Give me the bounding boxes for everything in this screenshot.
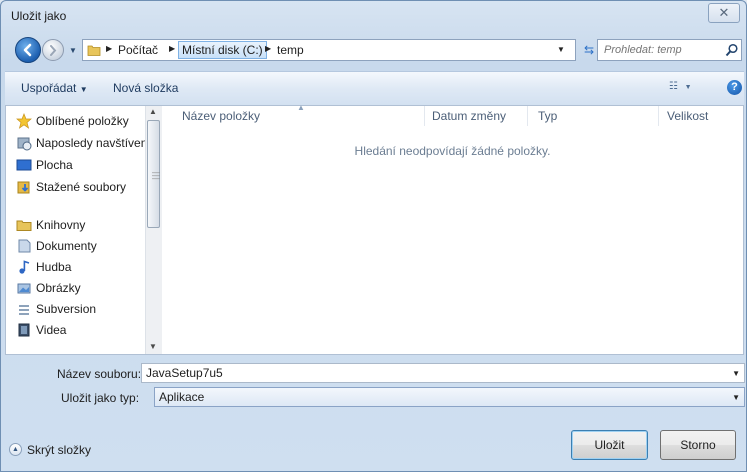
nav-item-label: Subversion (36, 302, 97, 316)
new-folder-button[interactable]: Nová složka (113, 81, 178, 95)
filename-field[interactable]: ▼ (141, 363, 745, 383)
column-header-type[interactable]: Typ (538, 109, 557, 123)
nav-item-subversion[interactable]: Subversion (16, 300, 148, 318)
filename-input[interactable] (142, 364, 722, 382)
breadcrumb-computer[interactable]: Počítač (118, 43, 158, 57)
recent-locations-dropdown[interactable]: ▼ (69, 46, 77, 55)
filetype-label: Uložit jako typ: (61, 391, 140, 405)
save-form: Název souboru: ▼ Uložit jako typ: Aplika… (1, 357, 746, 417)
nav-item-pictures[interactable]: Obrázky (16, 279, 148, 297)
downloads-icon (17, 181, 30, 194)
nav-item-label: Knihovny (36, 218, 86, 232)
filename-label: Název souboru: (57, 367, 142, 381)
documents-icon (18, 239, 31, 253)
column-divider[interactable] (527, 106, 528, 126)
collapse-up-icon: ▲ (9, 443, 22, 456)
chevron-right-icon[interactable]: ▶ (169, 44, 175, 53)
folder-icon (87, 45, 101, 56)
sort-ascending-icon: ▲ (297, 103, 305, 112)
column-header-size[interactable]: Velikost (667, 109, 708, 123)
refresh-button[interactable]: ⇆ (580, 39, 598, 61)
window-title: Uložit jako (11, 9, 67, 23)
chevron-down-icon: ▼ (79, 85, 88, 94)
address-row: ▼ ▶ Počítač ▶ Místní disk (C:) ▶ temp ▼ … (1, 34, 746, 68)
command-bar: Uspořádat ▼ Nová složka ☷ ▼ ? (5, 71, 744, 106)
nav-item-label: Hudba (36, 260, 72, 274)
file-list: ▲ Název položky Datum změny Typ Velikost… (162, 103, 743, 354)
browser-content: Oblíbené položky Naposledy navštívené Pl… (5, 103, 744, 355)
column-divider[interactable] (424, 106, 425, 126)
empty-results-message: Hledání neodpovídají žádné položky. (354, 144, 551, 158)
title-bar[interactable]: Uložit jako ✕ (1, 1, 746, 31)
nav-item-libraries[interactable]: Knihovny (16, 216, 148, 234)
pictures-icon (17, 283, 31, 294)
scroll-up-icon[interactable]: ▲ (149, 107, 157, 116)
videos-icon (18, 323, 30, 337)
desktop-icon (16, 159, 32, 171)
nav-item-documents[interactable]: Dokumenty (16, 237, 148, 255)
column-header-date-modified[interactable]: Datum změny (432, 109, 506, 123)
save-as-dialog: Uložit jako ✕ ▼ ▶ Počítač ▶ Místní disk … (0, 0, 747, 472)
navigation-scrollbar[interactable]: ▲ — — — ▼ (145, 106, 162, 354)
forward-button[interactable] (42, 39, 64, 61)
nav-item-label: Plocha (36, 158, 73, 172)
close-icon: ✕ (718, 5, 730, 20)
chevron-right-icon[interactable]: ▶ (265, 44, 271, 53)
close-button[interactable]: ✕ (708, 3, 740, 23)
address-dropdown-icon[interactable]: ▼ (557, 45, 565, 54)
nav-item-label: Naposledy navštívené (36, 136, 148, 150)
navigation-pane: Oblíbené položky Naposledy navštívené Pl… (6, 106, 162, 354)
nav-item-downloads[interactable]: Stažené soubory (16, 178, 148, 196)
arrow-right-icon (50, 45, 57, 56)
filetype-select[interactable]: Aplikace ▼ (154, 387, 745, 407)
nav-item-music[interactable]: Hudba (16, 258, 148, 276)
organize-label: Uspořádat (21, 81, 77, 95)
nav-item-label: Dokumenty (36, 239, 97, 253)
breadcrumb-temp[interactable]: temp (277, 43, 304, 57)
grip-icon: — — — (152, 168, 160, 183)
nav-item-label: Obrázky (36, 281, 81, 295)
nav-item-recent-places[interactable]: Naposledy navštívené (16, 134, 148, 152)
chevron-down-icon: ▼ (680, 84, 692, 91)
hide-folders-label: Skrýt složky (27, 443, 92, 457)
search-box[interactable] (597, 39, 742, 61)
breadcrumb-local-disk[interactable]: Místní disk (C:) (178, 41, 267, 59)
column-divider[interactable] (658, 106, 659, 126)
nav-item-videos[interactable]: Videa (16, 321, 148, 339)
filetype-value: Aplikace (159, 390, 205, 404)
nav-item-label: Stažené soubory (36, 180, 127, 194)
music-icon (19, 260, 30, 274)
organize-button[interactable]: Uspořádat ▼ (21, 81, 88, 95)
scroll-down-icon[interactable]: ▼ (149, 342, 157, 351)
nav-item-label: Oblíbené položky (36, 114, 129, 128)
address-bar[interactable]: ▶ Počítač ▶ Místní disk (C:) ▶ temp ▼ (82, 39, 576, 61)
recent-places-icon (17, 137, 32, 151)
help-icon[interactable]: ? (727, 80, 742, 95)
star-icon (16, 113, 32, 129)
refresh-icon: ⇆ (583, 43, 595, 57)
chevron-down-icon[interactable]: ▼ (732, 369, 740, 378)
column-header-name[interactable]: Název položky (182, 109, 260, 123)
change-view-button[interactable]: ☷ ▼ (669, 81, 692, 92)
libraries-icon (16, 220, 32, 231)
search-input[interactable] (598, 40, 724, 60)
nav-item-favorites[interactable]: Oblíbené položky (16, 112, 148, 130)
nav-item-desktop[interactable]: Plocha (16, 156, 148, 174)
subversion-icon (19, 305, 29, 315)
chevron-right-icon[interactable]: ▶ (106, 44, 112, 53)
cancel-button[interactable]: Storno (660, 430, 736, 460)
search-icon (725, 43, 738, 57)
arrow-left-icon (23, 43, 32, 57)
scrollbar-thumb[interactable]: — — — (147, 120, 160, 228)
save-button[interactable]: Uložit (571, 430, 648, 460)
chevron-down-icon: ▼ (732, 393, 740, 402)
view-options-icon: ☷ (669, 81, 678, 92)
back-button[interactable] (15, 37, 41, 63)
nav-item-label: Videa (36, 323, 67, 337)
